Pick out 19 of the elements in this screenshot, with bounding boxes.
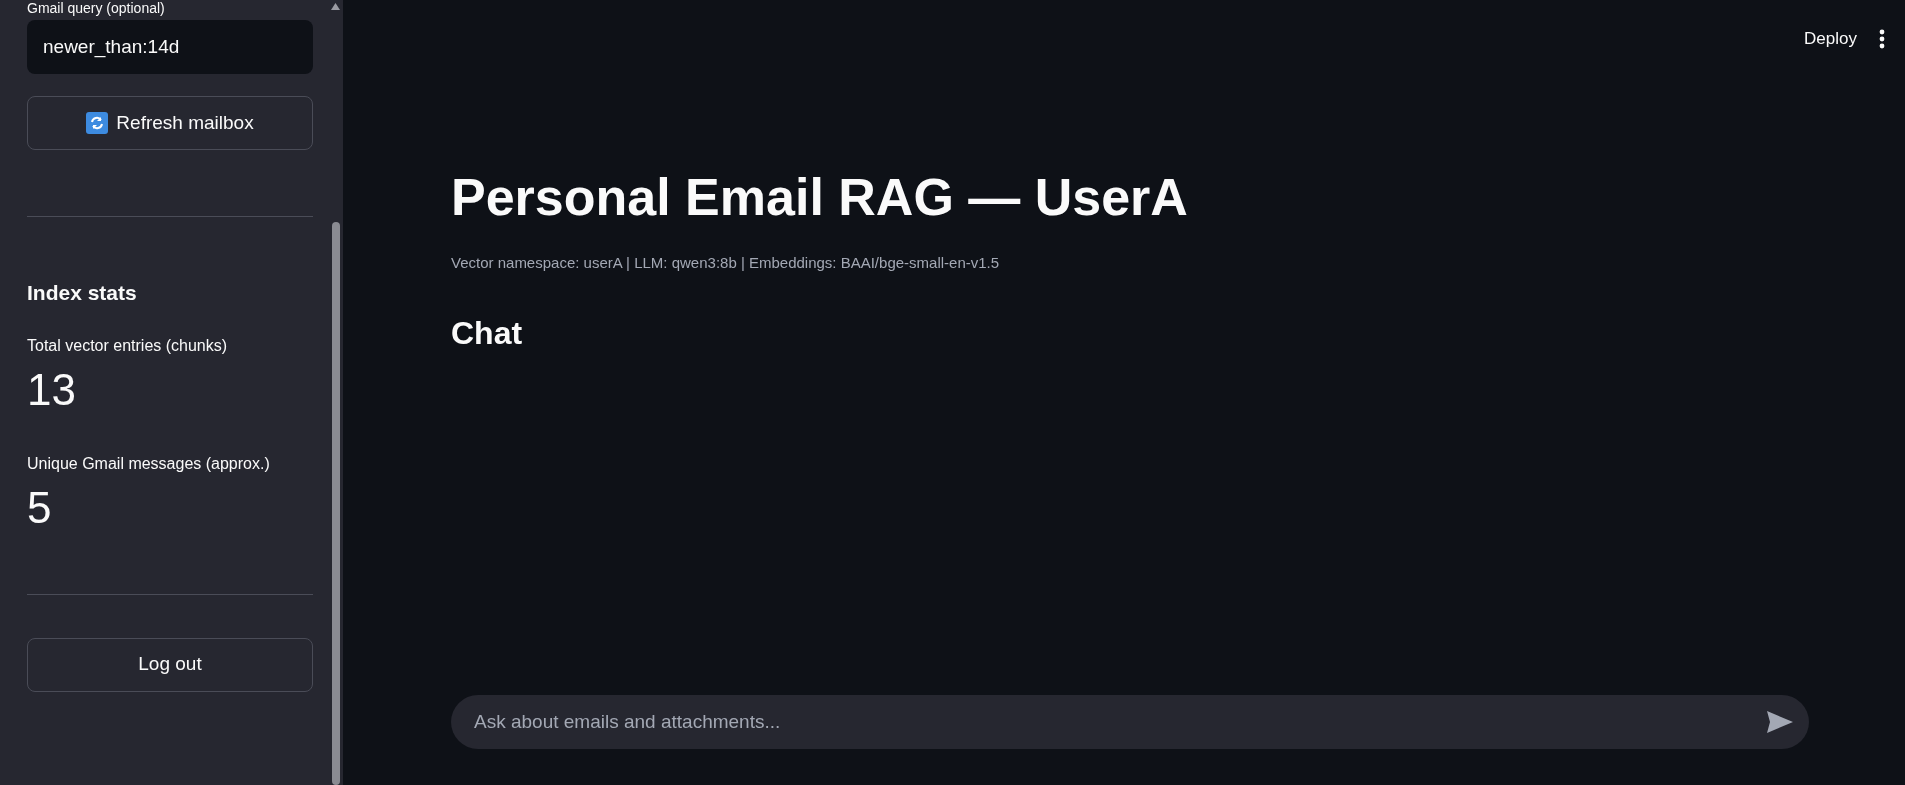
logout-button[interactable]: Log out	[27, 637, 313, 692]
section-heading: Index stats	[27, 280, 138, 306]
scrollbar[interactable]	[332, 222, 340, 785]
query-field[interactable]: newer_than:14d	[27, 20, 313, 74]
field-label: Gmail query (optional)	[27, 0, 166, 16]
chat-input[interactable]: Ask about emails and attachments...	[451, 695, 1809, 749]
metric-value: 13	[27, 363, 77, 416]
refresh-icon	[86, 112, 109, 134]
more-icon[interactable]	[1879, 28, 1885, 49]
send-icon[interactable]	[1767, 711, 1793, 733]
metric-label: Total vector entries (chunks)	[27, 335, 229, 356]
page-title: Personal Email RAG — UserA	[451, 167, 1189, 228]
scroll-up-icon[interactable]	[331, 3, 340, 10]
caption-text: Vector namespace: userA | LLM: qwen3:8b | Embeddings: BAAI/bge-small-en-v1.5	[451, 253, 1001, 273]
chat-heading: Chat	[451, 313, 524, 353]
metric-label: Unique Gmail messages (approx.)	[27, 453, 271, 474]
refresh-button[interactable]: Refresh mailbox	[27, 96, 313, 150]
deploy-button[interactable]: Deploy	[1804, 26, 1857, 52]
metric-value: 5	[27, 481, 53, 534]
